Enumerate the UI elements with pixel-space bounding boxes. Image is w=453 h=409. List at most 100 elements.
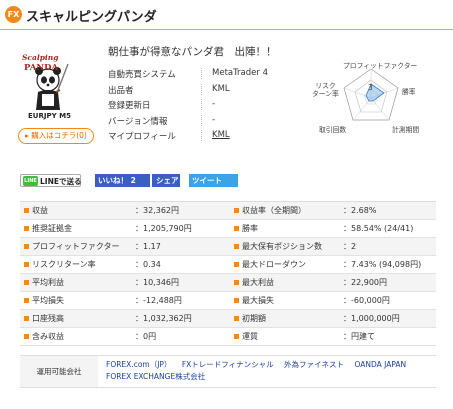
radar-label-rr: リスク ターン率: [312, 82, 339, 98]
info-row-version: バージョン情報 -: [108, 113, 298, 129]
stats-row: 収益 ：32,362円 収益率（全期間） ：2.68%: [20, 202, 436, 220]
stat-value: ：2: [343, 242, 357, 251]
line-icon: LINE: [23, 176, 38, 186]
stat-label: リスクリターン率: [32, 260, 96, 269]
stat-value-text: 1.17: [143, 242, 161, 251]
bullet-icon: [234, 334, 239, 339]
stats-row: 平均損失 ：-12,488円 最大損失 ：-60,000円: [20, 292, 436, 310]
fx-badge-icon: FX: [5, 6, 22, 23]
bullet-icon: [24, 316, 29, 321]
stat-label: 最大損失: [242, 296, 274, 305]
bullet-icon: [234, 316, 239, 321]
stat-label: 勝率: [242, 224, 258, 233]
stat-value: ：10,346円: [135, 278, 179, 287]
stat-value-text: 1,032,362円: [143, 314, 192, 323]
stat-value-text: -12,488円: [143, 296, 182, 305]
info-list: 自動売買システム MetaTrader 4 出品者 KML 登録更新日 - バー…: [108, 66, 298, 144]
stats-row: 口座残高 ：1,032,362円 初期額 ：1,000,000円: [20, 310, 436, 328]
stat-label: 含み収益: [32, 332, 64, 341]
stat-value-text: -60,000円: [351, 296, 390, 305]
stat-value-text: 32,362円: [143, 206, 179, 215]
info-value: KML: [212, 83, 230, 94]
radar-chart: プロフィットファクター リスク ターン率 勝率 取引回数 計測期間 3: [300, 60, 450, 140]
divider: [201, 99, 202, 110]
stat-label: 平均利益: [32, 278, 64, 287]
broker-link[interactable]: FOREX EXCHANGE株式会社: [106, 372, 205, 381]
logo-text-mid: PANDA: [24, 63, 59, 73]
stats-row: リスクリターン率 ：0.34 最大ドローダウン ：7.43% (94,098円): [20, 256, 436, 274]
stat-value: ：-12,488円: [135, 296, 182, 305]
line-share-button[interactable]: LINE LINEで送る: [20, 174, 81, 187]
radar-label-trades: 取引回数: [319, 126, 347, 134]
stat-label: 最大保有ポジション数: [242, 242, 322, 251]
bullet-icon: [24, 280, 29, 285]
stat-value-text: 円建て: [351, 332, 375, 341]
line-share-label: LINEで送る: [40, 177, 82, 186]
stat-value: ：0.34: [135, 260, 161, 269]
info-row-seller: 出品者 KML: [108, 82, 298, 98]
radar-axis: [352, 97, 372, 121]
info-row-profile: マイプロフィール KML: [108, 128, 298, 144]
radar-label-pf: プロフィットファクター: [343, 62, 418, 70]
page-title: スキャルピングパンダ: [26, 10, 157, 25]
broker-link[interactable]: FXトレードフィナンシャル: [182, 360, 274, 369]
stat-value-text: 2.68%: [351, 206, 377, 215]
stat-value-text: 2: [351, 242, 357, 251]
info-row-updated: 登録更新日 -: [108, 97, 298, 113]
bullet-icon: [234, 280, 239, 285]
broker-link[interactable]: OANDA JAPAN: [354, 360, 406, 369]
profile-link[interactable]: KML: [212, 130, 230, 140]
bullet-icon: [234, 226, 239, 231]
bullet-icon: [234, 298, 239, 303]
stats-table: 収益 ：32,362円 収益率（全期間） ：2.68% 推奨証拠金 ：1,205,790円…: [20, 201, 436, 346]
broker-label: 運用可能会社: [20, 356, 98, 387]
tweet-button[interactable]: ツイート: [189, 174, 238, 187]
info-row-platform: 自動売買システム MetaTrader 4: [108, 66, 298, 82]
stat-value-text: 1,205,790円: [143, 224, 192, 233]
info-value: MetaTrader 4: [212, 68, 268, 78]
stat-value: ：-60,000円: [343, 296, 390, 305]
stats-row: 含み収益 ：0円 運質 ：円建て: [20, 328, 436, 346]
page-header: FX スキャルピングパンダ: [0, 0, 453, 30]
bullet-icon: [24, 298, 29, 303]
catchphrase: 朝仕事が得意なパンダ君 出陣！！: [108, 46, 277, 58]
radar-center-value: 3: [368, 83, 373, 92]
stat-value-text: 0円: [143, 332, 157, 341]
stat-value: ：32,362円: [135, 206, 179, 215]
stat-label: 最大ドローダウン: [242, 260, 306, 269]
stat-label: 平均損失: [32, 296, 64, 305]
stat-value-text: 1,000,000円: [351, 314, 400, 323]
radar-label-rr-1: リスク: [315, 82, 336, 90]
stat-value: ：1,000,000円: [343, 314, 400, 323]
stats-row: プロフィットファクター ：1.17 最大保有ポジション数 ：2: [20, 238, 436, 256]
stats-row: 平均利益 ：10,346円 最大利益 ：22,900円: [20, 274, 436, 292]
stat-label: 口座残高: [32, 314, 64, 323]
logo-text-pair: EURJPY M5: [28, 112, 71, 120]
bullet-icon: [24, 262, 29, 267]
facebook-share-button[interactable]: シェア: [152, 174, 180, 187]
buy-button[interactable]: ▸ 購入はコチラ(0): [18, 128, 94, 144]
stat-value-text: 58.54% (24/41): [351, 224, 414, 233]
stat-value-text: 10,346円: [143, 278, 179, 287]
divider: [201, 83, 202, 95]
stat-value-text: 0.34: [143, 260, 161, 269]
stat-value: ：1.17: [135, 242, 161, 251]
stat-value-text: 7.43% (94,098円): [351, 260, 422, 269]
logo-text-top: Scalping: [22, 53, 59, 62]
stat-value: ：2.68%: [343, 206, 377, 215]
bullet-icon: [24, 208, 29, 213]
divider: [201, 130, 202, 141]
info-label: 登録更新日: [108, 101, 151, 111]
stat-value: ：0円: [135, 332, 157, 341]
broker-link[interactable]: 外為ファイネスト: [284, 360, 344, 369]
facebook-like-button[interactable]: いいね！ 2: [95, 174, 150, 187]
stat-label: プロフィットファクター: [32, 242, 120, 251]
stat-label: 推奨証拠金: [32, 224, 72, 233]
radar-label-period: 計測期間: [392, 126, 420, 134]
like-label: いいね！ 2: [98, 176, 136, 185]
bullet-icon: [234, 208, 239, 213]
broker-link[interactable]: FOREX.com（JP）: [106, 360, 171, 369]
radar-label-winrate: 勝率: [402, 88, 416, 96]
bullet-icon: [24, 244, 29, 249]
info-label: バージョン情報: [108, 116, 168, 127]
